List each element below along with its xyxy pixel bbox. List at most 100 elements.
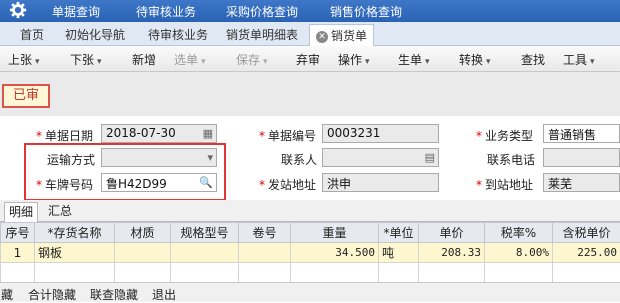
- chevron-down-icon: ▾: [201, 57, 206, 67]
- transport-label: 运输方式: [47, 151, 95, 168]
- phone-field[interactable]: [543, 148, 620, 167]
- calendar-icon[interactable]: ▦: [203, 127, 213, 140]
- unapprove-button[interactable]: 弃审: [296, 51, 320, 68]
- select-doc-button[interactable]: 选单▾: [174, 51, 206, 68]
- exit-button[interactable]: 退出: [152, 286, 176, 303]
- tab-bar: 首页 初始化导航 待审核业务 销货单明细表 ✕销货单: [0, 22, 620, 46]
- close-icon[interactable]: ✕: [316, 31, 328, 43]
- chevron-down-icon: ▾: [207, 151, 213, 164]
- chevron-down-icon: ▾: [590, 57, 595, 67]
- empty-cell: [419, 263, 485, 283]
- chevron-down-icon: ▾: [35, 57, 40, 67]
- empty-cell: [291, 263, 379, 283]
- tab-sales-order[interactable]: ✕销货单: [309, 24, 374, 46]
- cell-material[interactable]: [115, 243, 171, 263]
- cell-spec[interactable]: [171, 243, 239, 263]
- col-header-seq[interactable]: 序号: [1, 223, 35, 243]
- biz-type-select[interactable]: 普通销售: [543, 124, 620, 143]
- doc-no-label: *单据编号: [259, 127, 316, 144]
- doc-no-field[interactable]: 0003231: [322, 124, 439, 143]
- empty-cell: [239, 263, 291, 283]
- cell-unit[interactable]: 吨: [379, 243, 419, 263]
- header-band: [0, 72, 620, 116]
- cell-price[interactable]: 208.33: [419, 243, 485, 263]
- menu-sales-price[interactable]: 销售价格查询: [330, 3, 402, 20]
- tab-detail[interactable]: 明细: [4, 202, 38, 222]
- gear-icon[interactable]: [9, 1, 27, 19]
- phone-label: 联系电话: [487, 151, 535, 168]
- save-button[interactable]: 保存▾: [236, 51, 268, 68]
- chevron-down-icon: ▾: [365, 57, 370, 67]
- tab-sales-order-label: 销货单: [331, 29, 367, 43]
- chevron-down-icon: ▾: [97, 57, 102, 67]
- tab-sales-detail[interactable]: 销货单明细表: [226, 26, 298, 46]
- table-row[interactable]: 1 钢板 34.500 吨 208.33 8.00% 225.00: [1, 243, 620, 263]
- empty-cell: [485, 263, 553, 283]
- card-icon[interactable]: ▤: [425, 151, 435, 164]
- detail-grid: 序号 *存货名称 材质 规格型号 卷号 重量 *单位 单价 税率% 含税单价 1…: [0, 222, 620, 283]
- next-button[interactable]: 下张▾: [70, 51, 102, 68]
- from-addr-field[interactable]: 洪申: [322, 173, 439, 192]
- plate-field[interactable]: 鲁H42D99🔍: [101, 173, 217, 192]
- cell-weight[interactable]: 34.500: [291, 243, 379, 263]
- contact-field[interactable]: ▤: [322, 148, 439, 167]
- col-header-price[interactable]: 单价: [419, 223, 485, 243]
- new-button[interactable]: 新增: [132, 51, 156, 68]
- convert-button[interactable]: 转换▾: [459, 51, 491, 68]
- contact-label: 联系人: [281, 151, 317, 168]
- empty-cell: [379, 263, 419, 283]
- hide-button[interactable]: 藏: [1, 286, 13, 303]
- col-header-spec[interactable]: 规格型号: [171, 223, 239, 243]
- bottom-bar: 藏 合计隐藏 联查隐藏 退出: [0, 282, 620, 302]
- tools-button[interactable]: 工具▾: [563, 51, 595, 68]
- chevron-down-icon: ▾: [263, 57, 268, 67]
- cell-coil[interactable]: [239, 243, 291, 263]
- doc-date-field[interactable]: 2018-07-30▦: [101, 124, 217, 143]
- col-header-coil[interactable]: 卷号: [239, 223, 291, 243]
- chevron-down-icon: ▾: [486, 57, 491, 67]
- doc-date-label: *单据日期: [36, 127, 93, 144]
- prev-button[interactable]: 上张▾: [8, 51, 40, 68]
- detail-tabs: 明细 汇总: [0, 200, 620, 222]
- tab-summary[interactable]: 汇总: [44, 202, 76, 222]
- col-header-weight[interactable]: 重量: [291, 223, 379, 243]
- biz-type-label: *业务类型: [476, 127, 533, 144]
- toolbar: 上张▾ 下张▾ 新增 选单▾ 保存▾ 弃审 操作▾ 生单▾ 转换▾ 查找 工具▾: [0, 46, 620, 72]
- operation-button[interactable]: 操作▾: [338, 51, 370, 68]
- empty-cell: [115, 263, 171, 283]
- find-button[interactable]: 查找: [521, 51, 545, 68]
- transport-select[interactable]: ▾: [101, 148, 217, 167]
- top-menu-bar: 单据查询 待审核业务 采购价格查询 销售价格查询: [0, 0, 620, 22]
- tab-home[interactable]: 首页: [20, 26, 44, 46]
- search-icon[interactable]: 🔍: [199, 176, 213, 189]
- chevron-down-icon: ▾: [425, 57, 430, 67]
- col-header-unit[interactable]: *单位: [379, 223, 419, 243]
- col-header-material[interactable]: 材质: [115, 223, 171, 243]
- empty-cell: [1, 263, 35, 283]
- cell-name[interactable]: 钢板: [35, 243, 115, 263]
- linked-hide-button[interactable]: 联查隐藏: [90, 286, 138, 303]
- tab-init-nav[interactable]: 初始化导航: [65, 26, 125, 46]
- empty-cell: [171, 263, 239, 283]
- col-header-tax-price[interactable]: 含税单价: [553, 223, 620, 243]
- generate-button[interactable]: 生单▾: [398, 51, 430, 68]
- menu-purchase-price[interactable]: 采购价格查询: [226, 3, 298, 20]
- status-badge: 已审: [2, 84, 50, 108]
- grid-header-row: 序号 *存货名称 材质 规格型号 卷号 重量 *单位 单价 税率% 含税单价: [1, 223, 620, 243]
- to-addr-label: *到站地址: [476, 176, 533, 193]
- cell-tax-price[interactable]: 225.00: [553, 243, 620, 263]
- empty-cell: [35, 263, 115, 283]
- col-header-name[interactable]: *存货名称: [35, 223, 115, 243]
- from-addr-label: *发站地址: [259, 176, 316, 193]
- table-row[interactable]: [1, 263, 620, 283]
- menu-pending-review[interactable]: 待审核业务: [136, 3, 196, 20]
- col-header-tax[interactable]: 税率%: [485, 223, 553, 243]
- cell-tax[interactable]: 8.00%: [485, 243, 553, 263]
- empty-cell: [553, 263, 620, 283]
- tab-pending-review[interactable]: 待审核业务: [148, 26, 208, 46]
- menu-doc-query[interactable]: 单据查询: [52, 3, 100, 20]
- to-addr-field[interactable]: 莱芜: [543, 173, 620, 192]
- plate-label: *车牌号码: [36, 176, 93, 193]
- total-hide-button[interactable]: 合计隐藏: [28, 286, 76, 303]
- cell-seq: 1: [1, 243, 35, 263]
